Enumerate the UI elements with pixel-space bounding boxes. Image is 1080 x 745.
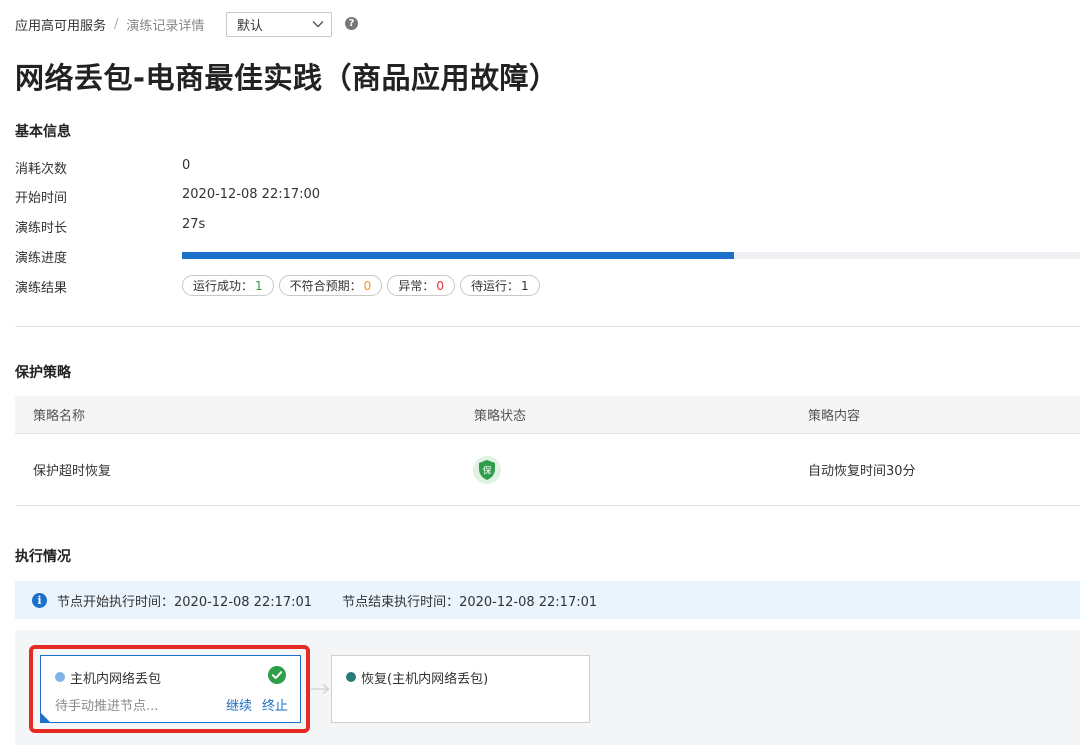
node-status-dot <box>346 672 356 682</box>
consumed-count-value: 0 <box>182 158 191 173</box>
environment-select-value: 默认 <box>237 19 264 34</box>
tag-error-count: 0 <box>436 278 444 293</box>
protection-table-header: 策略名称 策略状态 策略内容 <box>15 396 1080 434</box>
progress-label: 演练进度 <box>15 251 68 266</box>
policy-status: 保 <box>472 434 502 505</box>
flow-node-recovery[interactable]: 恢复(主机内网络丢包) <box>331 655 590 723</box>
progress-bar-fill <box>182 252 735 259</box>
progress-bar <box>182 252 1080 259</box>
tag-success-count: 1 <box>255 278 263 293</box>
column-header-status: 策略状态 <box>474 409 527 424</box>
tag-unexpected-count: 0 <box>363 278 372 293</box>
tag-pending-label: 待运行： <box>470 279 519 293</box>
section-divider <box>15 326 1080 327</box>
node-end-time: 节点结束执行时间：2020-12-08 22:17:01 <box>342 594 598 610</box>
tag-pending-count: 1 <box>520 278 529 293</box>
result-tags: 运行成功： 1 不符合预期： 0 异常： 0 待运行： 1 <box>182 275 540 296</box>
consumed-count-label: 消耗次数 <box>15 162 68 177</box>
node-start-time: 节点开始执行时间：2020-12-08 22:17:01 <box>57 594 313 610</box>
breadcrumb-root-link[interactable]: 应用高可用服务 <box>15 15 106 34</box>
info-icon: i <box>32 592 47 608</box>
page-title: 网络丢包-电商最佳实践（商品应用故障） <box>15 61 559 95</box>
shield-icon: 保 <box>473 455 501 484</box>
shield-glyph: 保 <box>482 464 491 476</box>
table-row: 保护超时恢复 保 自动恢复时间30分 <box>15 434 1080 506</box>
start-time-label: 开始时间 <box>15 191 68 206</box>
policy-content: 自动恢复时间30分 <box>808 464 916 479</box>
flow-connector-arrow <box>311 684 330 694</box>
policy-name: 保护超时恢复 <box>33 464 112 479</box>
help-icon[interactable]: ? <box>345 17 358 30</box>
node-title: 恢复(主机内网络丢包) <box>361 672 489 687</box>
execution-time-alert: i 节点开始执行时间：2020-12-08 22:17:01 节点结束执行时间：… <box>15 581 1080 619</box>
start-time-value: 2020-12-08 22:17:00 <box>182 187 321 202</box>
tag-unexpected: 不符合预期： 0 <box>278 275 383 296</box>
tag-error: 异常： 0 <box>387 275 455 296</box>
tag-error-label: 异常： <box>398 279 435 293</box>
highlight-box <box>29 645 310 733</box>
protection-title: 保护策略 <box>15 365 71 381</box>
chevron-down-icon <box>312 21 324 28</box>
basic-info-title: 基本信息 <box>15 124 71 140</box>
tag-pending: 待运行： 1 <box>459 275 540 296</box>
tag-unexpected-label: 不符合预期： <box>289 279 362 293</box>
breadcrumb-separator: / <box>114 16 119 32</box>
duration-value: 27s <box>182 217 206 232</box>
column-header-content: 策略内容 <box>808 409 861 424</box>
breadcrumb: 应用高可用服务 / 演练记录详情 <box>15 12 204 36</box>
execution-title: 执行情况 <box>15 549 71 565</box>
environment-select[interactable]: 默认 <box>226 12 332 37</box>
tag-success-label: 运行成功： <box>193 279 254 293</box>
breadcrumb-current: 演练记录详情 <box>126 18 205 34</box>
duration-label: 演练时长 <box>15 221 68 236</box>
results-label: 演练结果 <box>15 281 68 296</box>
tag-success: 运行成功： 1 <box>182 275 274 296</box>
column-header-name: 策略名称 <box>33 409 86 424</box>
